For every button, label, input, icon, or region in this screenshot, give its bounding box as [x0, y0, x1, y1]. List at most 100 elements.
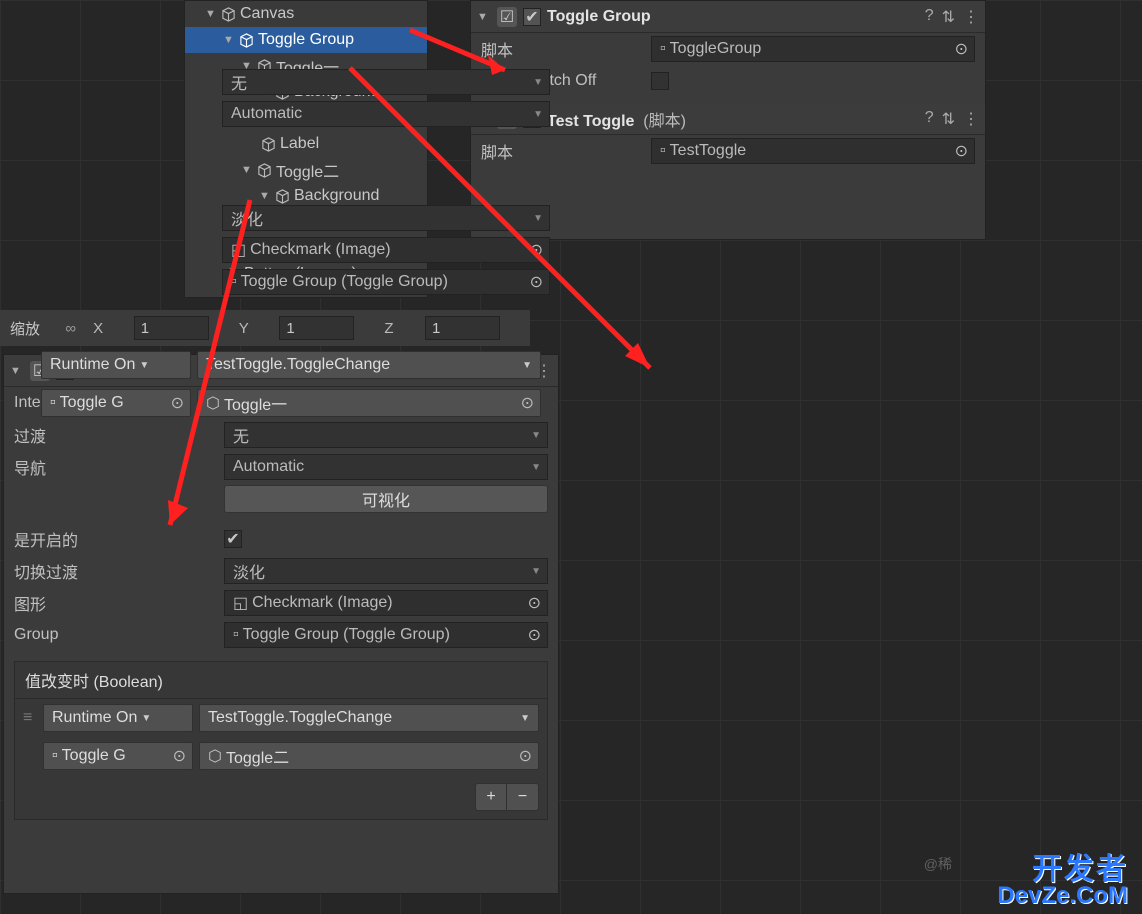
field-value: Toggle Group (Toggle Group)	[243, 626, 450, 644]
transform-scale-row: 缩放 ∞ X 1 Y 1 Z 1	[0, 310, 530, 346]
group-field[interactable]: ▫ Toggle Group (Toggle Group)⊙	[222, 269, 550, 295]
object-picker-icon[interactable]: ⊙	[530, 240, 543, 260]
logo-line2: DevZe.CoM	[997, 882, 1128, 910]
navigation-dropdown[interactable]: Automatic ▼	[222, 101, 550, 127]
component-title: Test Toggle (脚本)	[547, 107, 919, 131]
field-value: Automatic	[231, 105, 302, 123]
foldout-icon[interactable]: ▼	[205, 8, 219, 20]
visualize-button[interactable]: 可视化	[224, 485, 548, 513]
foldout-icon[interactable]: ▼	[241, 164, 255, 176]
link-icon[interactable]: ∞	[65, 320, 93, 337]
hierarchy-label: Label	[280, 135, 319, 153]
event-param-field[interactable]: Toggle二 ⊙	[199, 742, 539, 770]
object-picker-icon[interactable]: ⊙	[173, 746, 186, 766]
help-icon[interactable]: ?	[925, 7, 934, 27]
watermark: @稀	[924, 854, 952, 874]
property-label: 导航	[14, 455, 224, 479]
field-value: Runtime On	[52, 709, 137, 727]
property-label: 过渡	[14, 423, 224, 447]
scale-x-input[interactable]: 1	[134, 316, 209, 340]
transition-dropdown[interactable]: 无▼	[224, 422, 548, 448]
script-field[interactable]: ▫ TestToggle⊙	[651, 138, 975, 164]
hierarchy-label: Toggle二	[276, 158, 339, 182]
property-label: 图形	[14, 591, 224, 615]
object-picker-icon[interactable]: ⊙	[171, 393, 184, 413]
menu-icon[interactable]: ⋮	[963, 7, 979, 27]
field-value: Automatic	[233, 458, 304, 476]
dropdown-icon: ▼	[522, 360, 532, 371]
object-picker-icon[interactable]: ⊙	[530, 272, 543, 292]
enable-checkbox[interactable]: ✔	[523, 8, 541, 26]
toggle-transition-dropdown[interactable]: 淡化 ▼	[224, 558, 548, 584]
foldout-icon[interactable]: ▼	[10, 365, 24, 377]
hierarchy-item-toggle2[interactable]: ▼ Toggle二	[185, 157, 427, 183]
drag-handle-icon[interactable]: ≡	[23, 709, 37, 727]
property-row-ison: 是开启的 ✔	[4, 523, 558, 555]
object-picker-icon[interactable]: ⊙	[528, 593, 541, 613]
property-row-transition: 过渡 无▼	[4, 419, 558, 451]
help-icon[interactable]: ?	[925, 109, 934, 129]
is-on-checkbox[interactable]: ✔	[224, 530, 242, 548]
scale-z-input[interactable]: 1	[425, 316, 500, 340]
object-picker-icon[interactable]: ⊙	[955, 39, 968, 59]
runtime-dropdown[interactable]: Runtime On ▼	[41, 351, 191, 379]
remove-event-button[interactable]: −	[507, 783, 539, 811]
dropdown-icon: ▼	[533, 213, 543, 224]
field-value: 淡化	[233, 559, 265, 583]
runtime-dropdown[interactable]: Runtime On▼	[43, 704, 193, 732]
event-param-field[interactable]: Toggle一⊙	[197, 389, 541, 417]
field-value: TestToggle.ToggleChange	[206, 356, 390, 374]
inspector-toggle-left: ▼ ☑ ✔ Toggle ? ⇅ ⋮ Interactable ✔ 过渡 无▼ …	[3, 354, 559, 894]
allow-switch-off-checkbox[interactable]	[651, 72, 669, 90]
foldout-icon[interactable]: ▼	[259, 190, 273, 202]
add-event-button[interactable]: +	[475, 783, 507, 811]
preset-icon[interactable]: ⇅	[942, 7, 955, 27]
group-field[interactable]: ▫ Toggle Group (Toggle Group)⊙	[224, 622, 548, 648]
preset-icon[interactable]: ⇅	[942, 109, 955, 129]
dropdown-icon: ▼	[533, 77, 543, 88]
menu-icon[interactable]: ⋮	[963, 109, 979, 129]
method-dropdown[interactable]: TestToggle.ToggleChange ▼	[197, 351, 541, 379]
dropdown-icon: ▼	[139, 360, 149, 371]
scale-y-input[interactable]: 1	[279, 316, 354, 340]
toggle-transition-dropdown[interactable]: 淡化▼	[222, 205, 550, 231]
scale-label: 缩放	[10, 318, 65, 339]
dropdown-icon: ▼	[531, 566, 541, 577]
dropdown-icon: ▼	[533, 109, 543, 120]
property-row-script2: 脚本 ▫ TestToggle⊙	[471, 135, 985, 167]
event-target-field[interactable]: ▫ Toggle G⊙	[43, 742, 193, 770]
hierarchy-item-togglegroup[interactable]: ▼ Toggle Group	[185, 27, 427, 53]
script-field[interactable]: ▫ ToggleGroup⊙	[651, 36, 975, 62]
property-row-graphic: 图形 ◱ Checkmark (Image)⊙	[4, 587, 558, 619]
field-value: Runtime On	[50, 356, 135, 374]
property-label: 脚本	[481, 139, 651, 163]
event-target-field[interactable]: ▫ Toggle G⊙	[41, 389, 191, 417]
field-value: Toggle二	[226, 744, 289, 768]
navigation-dropdown[interactable]: Automatic ▼	[224, 454, 548, 480]
object-picker-icon[interactable]: ⊙	[519, 746, 532, 766]
hierarchy-item-label[interactable]: Label	[185, 131, 427, 157]
hierarchy-item-canvas[interactable]: ▼ Canvas	[185, 1, 427, 27]
foldout-icon[interactable]: ▼	[477, 11, 491, 23]
property-label: 切换过渡	[14, 559, 224, 583]
method-dropdown[interactable]: TestToggle.ToggleChange▼	[199, 704, 539, 732]
object-picker-icon[interactable]: ⊙	[528, 625, 541, 645]
transition-dropdown[interactable]: 无▼	[222, 69, 550, 95]
axis-z-label: Z	[384, 320, 425, 337]
object-picker-icon[interactable]: ⊙	[955, 141, 968, 161]
dropdown-icon: ▼	[531, 430, 541, 441]
axis-x-label: X	[93, 320, 134, 337]
field-value: TestToggle	[670, 142, 747, 160]
graphic-field[interactable]: ◱ Checkmark (Image)⊙	[224, 590, 548, 616]
property-row-navigation: 导航 Automatic ▼	[4, 451, 558, 483]
object-picker-icon[interactable]: ⊙	[521, 393, 534, 413]
component-header-togglegroup[interactable]: ▼ ☑ ✔ Toggle Group ? ⇅ ⋮	[471, 1, 985, 33]
axis-y-label: Y	[239, 320, 280, 337]
graphic-field[interactable]: ◱ Checkmark (Image)⊙	[222, 237, 550, 263]
component-title: Toggle Group	[547, 8, 919, 26]
field-value: TestToggle.ToggleChange	[208, 709, 392, 727]
foldout-icon[interactable]: ▼	[223, 34, 237, 46]
property-row-script: 脚本 ▫ ToggleGroup⊙	[471, 33, 985, 65]
property-row-visualize: 可视化	[4, 483, 558, 515]
dropdown-icon: ▼	[531, 462, 541, 473]
